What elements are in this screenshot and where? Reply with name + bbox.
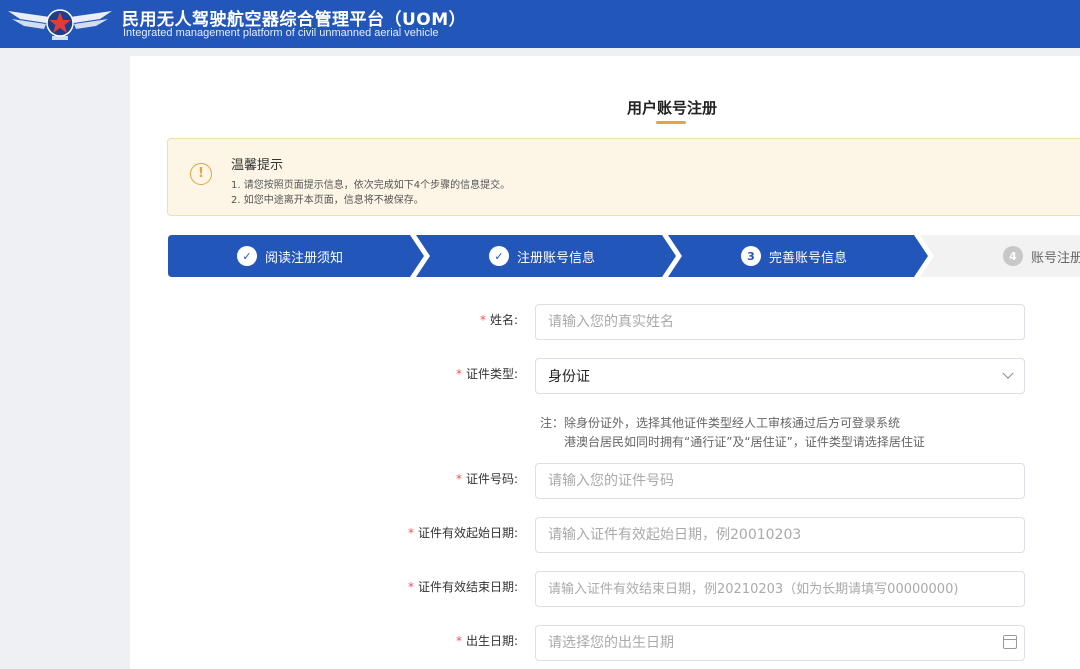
page-title: 用户账号注册 xyxy=(626,99,717,117)
step-read-notice: ✓ 阅读注册须知 xyxy=(168,235,426,277)
step-label: 注册账号信息 xyxy=(517,250,596,266)
required-mark: * xyxy=(407,580,414,594)
field-label: * 出生日期: xyxy=(456,625,518,661)
birth-date-input[interactable] xyxy=(535,625,1025,661)
name-input[interactable] xyxy=(535,304,1025,340)
notice-title: 温馨提示 xyxy=(231,158,284,173)
step-register-account: ✓ 注册账号信息 xyxy=(416,235,678,277)
valid-start-input[interactable] xyxy=(535,517,1025,553)
check-icon: ✓ xyxy=(237,246,257,266)
form-row-id-type: * 证件类型: 身份证 xyxy=(130,358,1080,394)
required-mark: * xyxy=(455,634,462,648)
id-type-select[interactable]: 身份证 xyxy=(535,358,1025,394)
check-icon: ✓ xyxy=(489,246,509,266)
step-label: 完善账号信息 xyxy=(769,250,848,266)
field-label-text: 出生日期: xyxy=(465,634,518,648)
wings-star-logo-icon xyxy=(8,9,112,40)
registration-panel: 用户账号注册 ! 温馨提示 1. 请您按照页面提示信息，依次完成如下4个步骤的信… xyxy=(130,56,1080,669)
required-mark: * xyxy=(455,472,462,486)
step-number-badge: 4 xyxy=(1003,246,1023,266)
required-mark: * xyxy=(455,367,462,381)
field-label: * 证件号码: xyxy=(456,463,518,499)
exclamation-icon: ! xyxy=(190,163,212,185)
notice-line: 1. 请您按照页面提示信息，依次完成如下4个步骤的信息提交。 xyxy=(231,180,511,191)
field-label: * 证件有效结束日期: xyxy=(408,571,518,607)
form-row-id-number: * 证件号码: xyxy=(130,463,1080,499)
top-header-bar: 民用无人驾驶航空器综合管理平台（UOM） Integrated manageme… xyxy=(0,0,1080,48)
notice-box: ! 温馨提示 1. 请您按照页面提示信息，依次完成如下4个步骤的信息提交。 2.… xyxy=(167,138,1080,216)
id-type-note: 注：除身份证外，选择其他证件类型经人工审核通过后方可登录系统 xyxy=(540,416,901,430)
field-label-text: 证件类型: xyxy=(465,367,518,381)
field-label: * 姓名: xyxy=(480,304,518,340)
form-row-valid-end: * 证件有效结束日期: xyxy=(130,571,1080,607)
required-mark: * xyxy=(479,313,486,327)
notice-line: 2. 如您中途离开本页面，信息将不被保存。 xyxy=(231,195,424,206)
step-label: 阅读注册须知 xyxy=(265,250,344,266)
field-label-text: 证件号码: xyxy=(465,472,518,486)
field-label-text: 姓名: xyxy=(489,313,518,327)
step-label: 账号注册完 xyxy=(1031,250,1080,266)
field-label: * 证件有效起始日期: xyxy=(408,517,518,553)
step-complete-info: 3 完善账号信息 xyxy=(668,235,930,277)
calendar-icon[interactable] xyxy=(1003,635,1017,649)
form-row-birth-date: * 出生日期: xyxy=(130,625,1080,661)
valid-end-input[interactable] xyxy=(535,571,1025,607)
form-row-valid-start: * 证件有效起始日期: xyxy=(130,517,1080,553)
id-number-input[interactable] xyxy=(535,463,1025,499)
id-type-value: 身份证 xyxy=(548,369,590,385)
id-type-note: 港澳台居民如同时拥有“通行证”及“居住证”，证件类型请选择居住证 xyxy=(564,435,925,449)
step-number-badge: 3 xyxy=(741,246,761,266)
step-progress-bar: ✓ 阅读注册须知 ✓ 注册账号信息 3 完善账号信息 4 账号注册 xyxy=(168,235,1080,277)
field-label: * 证件类型: xyxy=(456,358,518,394)
required-mark: * xyxy=(407,526,414,540)
form-row-name: * 姓名: xyxy=(130,304,1080,340)
step-registration-done: 4 账号注册完 xyxy=(920,235,1080,277)
field-label-text: 证件有效起始日期: xyxy=(417,526,518,540)
platform-subtitle: Integrated management platform of civil … xyxy=(123,27,439,39)
field-label-text: 证件有效结束日期: xyxy=(417,580,518,594)
title-underline xyxy=(656,121,686,124)
chevron-down-icon xyxy=(1002,367,1014,379)
